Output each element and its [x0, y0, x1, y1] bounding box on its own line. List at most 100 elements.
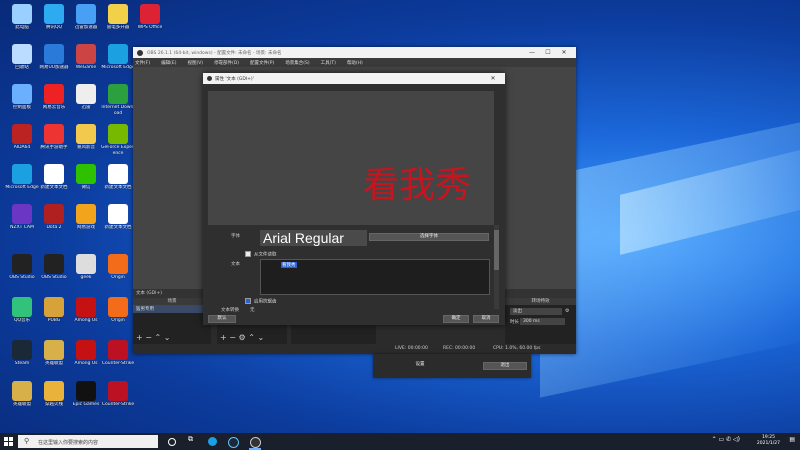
desktop-icon[interactable]: 微信	[68, 164, 104, 196]
desktop-icon[interactable]: OBS Studio	[4, 254, 40, 286]
app-icon	[108, 124, 128, 144]
desktop-icon[interactable]: 新建文本文档	[36, 164, 72, 196]
desktop-icon[interactable]: Epic Games	[68, 381, 104, 413]
desktop-icon[interactable]: 网易云音乐	[36, 84, 72, 116]
app-icon	[12, 204, 32, 224]
ok-button[interactable]: 确定	[443, 315, 469, 323]
edge-icon[interactable]	[208, 437, 217, 446]
menu-view[interactable]: 视图(V)	[187, 60, 203, 66]
gear-icon[interactable]: ⚙	[565, 308, 569, 314]
desktop-icon[interactable]: Internet Download	[100, 84, 136, 116]
desktop-icon[interactable]: 腾讯手游助手	[36, 124, 72, 156]
close-icon[interactable]: ✕	[485, 75, 501, 82]
taskbar-clock[interactable]: 19:25 2021/1/27	[757, 435, 780, 447]
minimize-icon[interactable]: —	[524, 49, 540, 56]
obs-taskbar-icon[interactable]	[250, 437, 261, 448]
duration-input[interactable]: 300 ms	[520, 318, 565, 325]
select-font-button[interactable]: 选择字体	[369, 233, 489, 241]
desktop-icon[interactable]: geek	[68, 254, 104, 286]
desktop-icon[interactable]: Counter-Strike	[100, 340, 136, 372]
menu-file[interactable]: 文件(F)	[135, 60, 150, 66]
dialog-scrollbar[interactable]	[494, 225, 499, 309]
scene-item[interactable]: 猛男专用	[133, 305, 211, 313]
cancel-button[interactable]: 取消	[473, 315, 499, 323]
menu-docks[interactable]: 停靠部件(D)	[214, 60, 239, 66]
scrollbar-thumb[interactable]	[494, 230, 499, 270]
desktop-icon[interactable]: AIDA64	[4, 124, 40, 156]
desktop-icon[interactable]: Origin	[100, 254, 136, 286]
desktop-icon[interactable]: Steam	[4, 340, 40, 372]
chevron-down-icon[interactable]: ⌄	[257, 333, 264, 342]
text-input[interactable]: 看我秀	[260, 259, 490, 295]
app-icon	[76, 124, 96, 144]
desktop-icon[interactable]: OBS Studio	[36, 254, 72, 286]
desktop-icon[interactable]: Microsoft Edge	[100, 44, 136, 76]
desktop-icon[interactable]: 迅雷加速器	[68, 4, 104, 36]
desktop-icon[interactable]: WPS Office	[132, 4, 168, 36]
menu-profile[interactable]: 配置文件(P)	[250, 60, 274, 66]
cortana-icon[interactable]	[168, 438, 176, 446]
desktop-icon[interactable]: PUBG	[36, 297, 72, 329]
properties-dialog[interactable]: 属性 '文本 (GDI+)' ✕ 看我秀 字体 Arial Regular 选择…	[203, 73, 505, 325]
task-view-icon[interactable]: ⧉	[188, 435, 197, 444]
desktop-icon[interactable]: 英雄联盟	[4, 381, 40, 413]
menu-tools[interactable]: 工具(T)	[321, 60, 336, 66]
gear-icon[interactable]: ⚙	[239, 333, 246, 342]
desktop-icon[interactable]: Microsoft Edge	[4, 164, 40, 196]
steam-icon[interactable]	[228, 437, 239, 448]
desktop-icon[interactable]: Among Us	[68, 297, 104, 329]
desktop-icon-label: WeGame	[75, 65, 97, 70]
antialias-checkbox[interactable]: 启用抗锯齿	[245, 298, 277, 305]
chevron-up-icon[interactable]: ⌃	[155, 333, 162, 342]
desktop-icon[interactable]: 此电脑	[4, 4, 40, 36]
desktop-icon[interactable]: Origin	[100, 297, 136, 329]
desktop-icon[interactable]: 迅雷	[68, 84, 104, 116]
obs-title-bar[interactable]: OBS 26.1.1 (64-bit, windows) - 配置文件: 未命名…	[133, 47, 576, 58]
remove-icon[interactable]: −	[229, 333, 236, 342]
desktop-icon[interactable]: QQ音乐	[4, 297, 40, 329]
menu-edit[interactable]: 编辑(E)	[161, 60, 176, 66]
desktop-icon[interactable]: 新建文本文档	[100, 204, 136, 236]
desktop-icon[interactable]: 英雄联盟	[36, 340, 72, 372]
add-icon[interactable]: +	[220, 333, 227, 342]
app-icon	[12, 84, 32, 104]
desktop-icon-label: Counter-Strike	[101, 361, 135, 366]
desktop-icon[interactable]: GeForce Experience	[100, 124, 136, 156]
menu-scene-collection[interactable]: 场景集合(S)	[285, 60, 309, 66]
desktop-icon[interactable]: NZXT CAM	[4, 204, 40, 236]
add-icon[interactable]: +	[136, 333, 143, 342]
taskbar-search-box[interactable]: ⚲ 在这里输入你要搜索的内容	[18, 435, 158, 448]
desktop-icon[interactable]: 雷电多开器	[100, 4, 136, 36]
obs-status-bar: LIVE: 00:00:00 REC: 00:00:00 CPU: 1.0%, …	[133, 344, 576, 354]
desktop-icon-label: geek	[80, 275, 92, 280]
windows-start-icon[interactable]	[4, 437, 13, 446]
desktop-icon[interactable]: 穿越火线	[36, 381, 72, 413]
desktop-icon[interactable]: 暴风影音	[68, 124, 104, 156]
desktop-icon[interactable]: 网易游戏	[68, 204, 104, 236]
close-icon[interactable]: ✕	[556, 49, 572, 56]
maximize-icon[interactable]: ☐	[540, 49, 556, 56]
desktop-icon[interactable]: 新建文本文档	[100, 164, 136, 196]
menu-help[interactable]: 帮助(H)	[347, 60, 363, 66]
desktop-icon[interactable]: 控制面板	[4, 84, 40, 116]
transition-select[interactable]: 淡出	[510, 308, 562, 315]
settings-button[interactable]: 设置	[376, 362, 464, 370]
defaults-button[interactable]: 默认	[208, 315, 236, 323]
desktop-icon[interactable]: 回收站	[4, 44, 40, 76]
chevron-down-icon[interactable]: ⌄	[164, 333, 171, 342]
remove-icon[interactable]: −	[145, 333, 152, 342]
app-icon	[12, 297, 32, 317]
tray-icons[interactable]: ⌃ ▭ ✆ ◁)	[712, 436, 740, 443]
chevron-up-icon[interactable]: ⌃	[248, 333, 255, 342]
desktop-icon[interactable]: Counter-Strike	[100, 381, 136, 413]
desktop-icon[interactable]: 网易UU加速器	[36, 44, 72, 76]
notification-icon[interactable]: ▤	[789, 436, 795, 443]
dialog-title-bar[interactable]: 属性 '文本 (GDI+)' ✕	[203, 73, 505, 84]
desktop-icon[interactable]: 腾讯QQ	[36, 4, 72, 36]
exit-button[interactable]: 退出	[483, 362, 527, 370]
scene-controls: + − ⌃ ⌄	[136, 333, 170, 342]
desktop-icon[interactable]: WeGame	[68, 44, 104, 76]
desktop-icon[interactable]: Dota 2	[36, 204, 72, 236]
from-file-checkbox[interactable]: 从文件读取	[245, 251, 277, 258]
desktop-icon[interactable]: Among Us	[68, 340, 104, 372]
